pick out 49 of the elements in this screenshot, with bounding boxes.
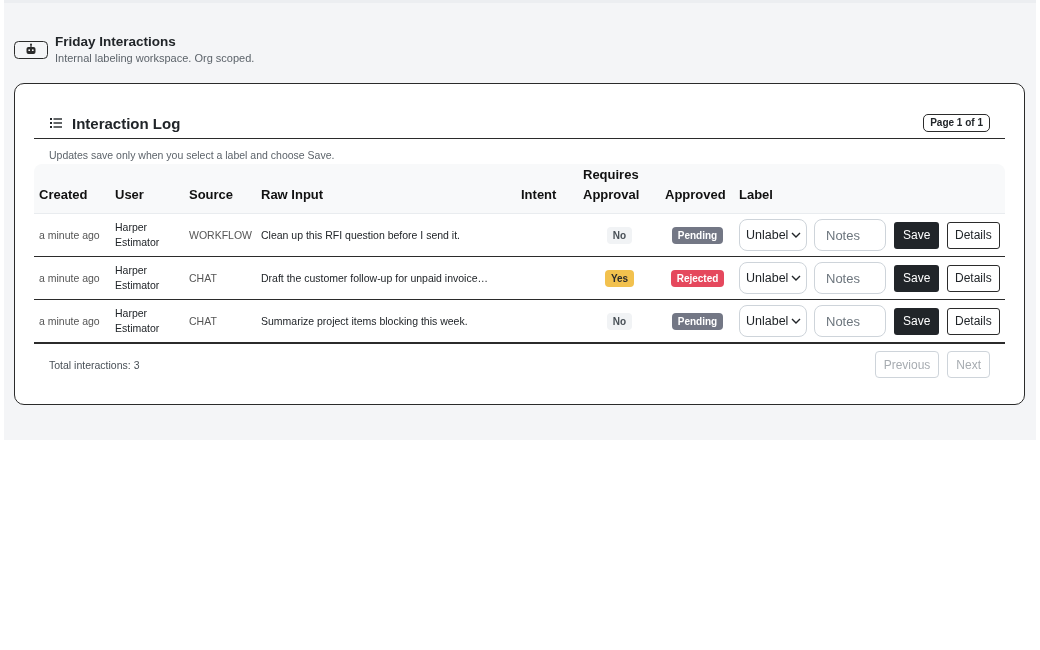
- details-button[interactable]: Details: [947, 307, 1000, 335]
- chevron-down-icon: [791, 275, 802, 281]
- table-cell: CHAT: [189, 270, 217, 286]
- save-button[interactable]: Save: [894, 307, 940, 335]
- table-cell-text: Harper Estimator: [115, 263, 161, 293]
- label-select[interactable]: Unlabel: [739, 262, 807, 294]
- details-button[interactable]: Details: [947, 221, 1000, 249]
- table-cell: WORKFLOW: [189, 227, 252, 243]
- helper-text: Updates save only when you select a label and choose Save.: [48, 148, 336, 163]
- notes-field[interactable]: Notes: [814, 262, 886, 294]
- approval-badge: No: [606, 226, 633, 244]
- table-cell: Clean up this RFI question before I send it.: [261, 227, 461, 243]
- status-badge: Rejected: [670, 269, 725, 287]
- column-header: Requires Approval: [583, 166, 641, 204]
- column-header: Intent: [521, 186, 557, 204]
- save-button[interactable]: Save: [894, 264, 940, 292]
- column-header: Approved: [665, 186, 726, 204]
- table-cell: Summarize project items blocking this week.: [261, 313, 468, 329]
- list-icon: [50, 118, 62, 128]
- column-header: Created: [39, 186, 88, 204]
- page-indicator: Page 1 of 1: [923, 114, 990, 132]
- save-button[interactable]: Save: [894, 221, 940, 249]
- page-subtitle: Internal labeling workspace. Org scoped.: [55, 51, 255, 66]
- table-cell: Draft the customer follow-up for unpaid invoice…: [261, 270, 489, 286]
- column-header: Raw Input: [261, 186, 324, 204]
- table-cell: a minute ago: [39, 227, 100, 243]
- column-header: Label: [739, 186, 773, 204]
- label-select[interactable]: Unlabel: [739, 219, 807, 251]
- notes-field[interactable]: Notes: [814, 305, 886, 337]
- chevron-down-icon: [791, 318, 802, 324]
- column-header: User: [115, 186, 144, 204]
- table-cell: a minute ago: [39, 270, 100, 286]
- status-badge: Pending: [671, 312, 724, 330]
- chevron-down-icon: [791, 232, 802, 238]
- approval-badge: No: [606, 312, 633, 330]
- approval-badge: Yes: [604, 269, 635, 287]
- table-cell-text: Harper Estimator: [115, 220, 161, 250]
- page-title: Friday Interactions: [55, 33, 177, 51]
- card-title: Interaction Log: [72, 114, 181, 132]
- robot-icon: [14, 40, 48, 59]
- table-cell: CHAT: [189, 313, 217, 329]
- notes-field[interactable]: Notes: [814, 219, 886, 251]
- column-header: Source: [189, 186, 234, 204]
- table-cell: a minute ago: [39, 313, 100, 329]
- status-badge: Pending: [671, 226, 724, 244]
- total-count: Total interactions: 3: [49, 358, 140, 371]
- label-select[interactable]: Unlabel: [739, 305, 807, 337]
- details-button[interactable]: Details: [947, 264, 1000, 292]
- table-cell-text: Harper Estimator: [115, 306, 161, 336]
